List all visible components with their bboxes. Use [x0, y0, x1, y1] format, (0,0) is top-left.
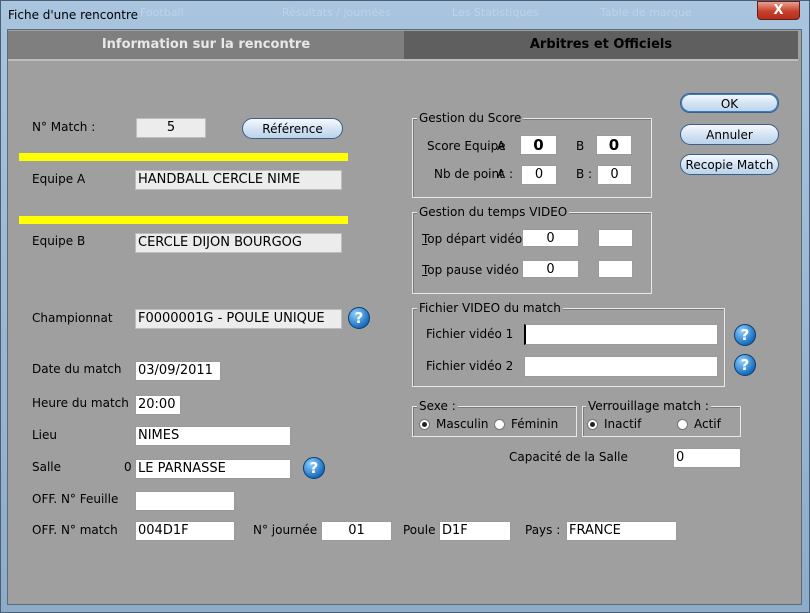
equipe-b-field[interactable]: CERCLE DIJON BOURGOG	[135, 233, 342, 253]
inactif-radio[interactable]	[587, 419, 598, 430]
off-feuille-field[interactable]	[135, 491, 235, 511]
top-pause-field[interactable]: 0	[522, 260, 579, 278]
point-b-label: B :	[576, 167, 593, 181]
video-file-2-help-icon[interactable]: ?	[734, 354, 756, 376]
score-group-title: Gestion du Score	[417, 111, 524, 125]
feminin-label[interactable]: Féminin	[511, 417, 558, 431]
equipe-a-highlight-bar	[19, 153, 348, 161]
top-pause-extra-field[interactable]	[598, 260, 633, 278]
verrouillage-group-title: Verrouillage match :	[586, 399, 711, 413]
heure-label: Heure du match	[32, 396, 129, 410]
tab-information[interactable]: Information sur la rencontre	[8, 31, 404, 59]
actif-radio[interactable]	[677, 419, 688, 430]
poule-field[interactable]: D1F	[439, 521, 511, 541]
match-number-field[interactable]: 5	[136, 118, 206, 138]
actif-label[interactable]: Actif	[694, 417, 721, 431]
lieu-label: Lieu	[32, 428, 58, 442]
equipe-a-label: Equipe A	[32, 172, 86, 186]
point-a-field[interactable]: 0	[521, 165, 557, 185]
salle-label: Salle	[32, 460, 62, 474]
equipe-a-field[interactable]: HANDBALL CERCLE NIME	[135, 170, 342, 190]
sexe-group-title: Sexe :	[417, 399, 458, 413]
ok-button[interactable]: OK	[680, 93, 779, 113]
journee-field[interactable]: 01	[321, 521, 392, 541]
date-label: Date du match	[32, 362, 122, 376]
lieu-field[interactable]: NIMES	[135, 426, 291, 446]
off-match-field[interactable]: 004D1F	[135, 521, 235, 541]
video-file-1-field[interactable]	[524, 324, 718, 345]
championnat-field[interactable]: F0000001G - POULE UNIQUE	[135, 309, 342, 329]
tab-arbitres[interactable]: Arbitres et Officiels	[404, 31, 798, 59]
equipe-b-highlight-bar	[19, 216, 348, 224]
tab-divider	[8, 59, 798, 61]
video-time-group	[412, 212, 652, 294]
background-tab-ghost-1: Football	[140, 6, 184, 19]
top-depart-label: Top départ vidéo	[422, 232, 523, 246]
score-equipe-label: Score Equipe	[427, 139, 506, 153]
annuler-button[interactable]: Annuler	[680, 124, 779, 145]
match-number-label: N° Match :	[32, 120, 96, 134]
top-pause-label: Top pause vidéo	[422, 263, 519, 277]
video-time-group-title: Gestion du temps VIDEO	[417, 205, 570, 219]
title-bar[interactable]: Fiche d'une rencontre Football Résultats…	[0, 0, 808, 30]
salle-prefix: 0	[124, 460, 132, 474]
equipe-b-label: Equipe B	[32, 234, 86, 248]
score-b-label: B	[576, 139, 585, 153]
feminin-radio[interactable]	[494, 419, 505, 430]
off-feuille-label: OFF. N° Feuille	[32, 492, 119, 506]
top-depart-extra-field[interactable]	[598, 229, 633, 247]
video-file-group-title: Fichier VIDEO du match	[417, 301, 563, 315]
video-file-2-label: Fichier vidéo 2	[426, 359, 514, 373]
score-a-field[interactable]: 0	[520, 135, 557, 155]
video-file-1-help-icon[interactable]: ?	[734, 324, 756, 346]
pays-field[interactable]: FRANCE	[566, 521, 677, 541]
pays-label: Pays :	[525, 523, 561, 537]
reference-button[interactable]: Référence	[242, 118, 343, 139]
video-file-1-label: Fichier vidéo 1	[426, 327, 514, 341]
video-file-2-field[interactable]	[524, 356, 718, 377]
salle-field[interactable]: LE PARNASSE	[135, 459, 291, 479]
window-title: Fiche d'une rencontre	[8, 8, 139, 22]
nb-point-label: Nb de point	[434, 167, 504, 181]
championnat-help-icon[interactable]: ?	[348, 307, 370, 329]
poule-label: Poule	[403, 523, 436, 537]
inactif-label[interactable]: Inactif	[604, 417, 641, 431]
score-a-label: A	[497, 139, 506, 153]
capacite-field[interactable]: 0	[673, 448, 741, 468]
close-button[interactable]: X	[757, 1, 800, 20]
date-field[interactable]: 03/09/2011	[135, 361, 221, 381]
background-tab-ghost-4: Table de marque	[600, 6, 692, 19]
salle-help-icon[interactable]: ?	[303, 457, 325, 479]
capacite-label: Capacité de la Salle	[509, 450, 628, 464]
background-tab-ghost-2: Résultats / journées	[282, 6, 391, 19]
recopie-match-button[interactable]: Recopie Match	[680, 154, 779, 175]
heure-field[interactable]: 20:00	[135, 395, 181, 415]
point-a-label: A :	[497, 167, 514, 181]
point-b-field[interactable]: 0	[597, 165, 632, 185]
top-depart-field[interactable]: 0	[522, 229, 579, 247]
background-tab-ghost-3: Les Statistiques	[452, 6, 539, 19]
tab-arbitres-label: Arbitres et Officiels	[529, 37, 673, 52]
off-match-label: OFF. N° match	[32, 523, 118, 537]
score-b-field[interactable]: 0	[596, 135, 632, 155]
masculin-label[interactable]: Masculin	[436, 417, 488, 431]
score-group	[412, 118, 652, 198]
championnat-label: Championnat	[32, 311, 113, 325]
journee-label: N° journée	[253, 523, 318, 537]
masculin-radio[interactable]	[419, 419, 430, 430]
